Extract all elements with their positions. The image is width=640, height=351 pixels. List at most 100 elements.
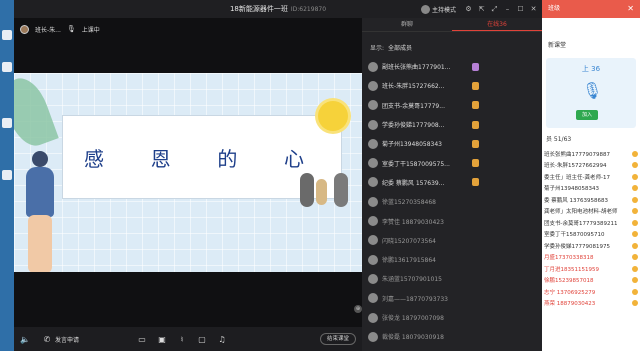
list-item[interactable]: 刘嘉——18770793733 <box>368 289 536 308</box>
member-count: 员 51/63 <box>546 136 572 143</box>
mic-toggle-icon[interactable]: ♮ <box>177 335 187 344</box>
avatar <box>368 100 378 111</box>
member-icon <box>632 219 638 226</box>
member-name: 裁俊磊 18079030918 <box>382 334 444 342</box>
list-item[interactable]: 朱涵蓝15707901015 <box>368 269 536 288</box>
slide-title-char: 感 <box>84 147 104 171</box>
list-item[interactable]: 徐鹏13617915864 <box>368 250 536 269</box>
host-mode-label: 主持模式 <box>431 6 456 14</box>
filter-label: 显示: <box>370 45 385 52</box>
row-text: 委 蔡鹏风 13763958683 <box>544 197 608 204</box>
settings-icon[interactable]: ⚙ <box>464 5 473 14</box>
desktop-icon[interactable] <box>2 62 12 72</box>
minimize-icon[interactable]: – <box>503 5 512 14</box>
sun-illustration <box>318 101 348 131</box>
list-item[interactable]: 菊子州13948058343 <box>368 134 536 153</box>
list-item[interactable]: 室委丁干15870095710 <box>544 229 640 241</box>
list-item[interactable]: 龚老师」太阳电池材料-胡老师 <box>544 206 640 218</box>
list-item[interactable]: 团支书-余莫哥17779... <box>368 96 536 115</box>
speaker-icon[interactable]: 🔈 <box>20 335 30 344</box>
class-name: 18新能源器件一班 <box>229 5 288 13</box>
member-icon <box>632 254 638 261</box>
microphone-icon: 🎙 <box>66 25 76 33</box>
list-item[interactable]: 徐蓝15270358468 <box>368 192 536 211</box>
avatar <box>368 61 378 72</box>
list-item[interactable]: 副班长张熊曲1777901... <box>368 57 536 76</box>
desktop-icon[interactable] <box>2 118 12 128</box>
member-name: 学委孙俊娣1777908... <box>382 122 445 130</box>
music-icon[interactable]: ♫ <box>217 335 227 344</box>
host-mode-toggle[interactable]: 主持模式 <box>420 4 456 14</box>
shoes-illustration <box>300 173 350 213</box>
tab-online[interactable]: 在线36 <box>452 18 542 31</box>
member-name: 徐鹏13617915864 <box>382 257 436 265</box>
member-name: 团支书-余莫哥17779... <box>382 102 445 110</box>
list-item[interactable]: 学委孙俊娣1777908... <box>368 115 536 134</box>
new-class-tab[interactable]: 新课堂 <box>542 40 640 52</box>
row-text: 燕荣 18879030423 <box>544 301 596 308</box>
share-icon[interactable]: ⇱ <box>477 5 486 14</box>
row-text: 委主任」班主任-龚老师-17 <box>544 174 610 181</box>
avatar <box>368 254 378 265</box>
camera-icon[interactable]: ▭ <box>137 335 147 344</box>
list-item[interactable]: 月盛17370338318 <box>544 252 640 264</box>
list-item[interactable]: 李赞佳 18879030423 <box>368 211 536 230</box>
list-item[interactable]: 徐鹏15239857018 <box>544 275 640 287</box>
tab-group-chat[interactable]: 群聊 <box>362 18 452 31</box>
list-item[interactable]: 委 蔡鹏风 13763958683 <box>544 194 640 206</box>
list-item[interactable]: 燕荣 18879030423 <box>544 298 640 310</box>
role-badge-icon <box>472 178 479 187</box>
member-icon <box>632 196 638 203</box>
screen-share-icon[interactable]: ▣ <box>157 335 167 344</box>
member-name: 张俊龙 18797007098 <box>382 315 444 322</box>
close-icon[interactable]: ✕ <box>627 0 634 18</box>
list-item[interactable]: 闪晓15207073564 <box>368 231 536 250</box>
member-icon <box>632 265 638 272</box>
member-icon <box>632 277 638 284</box>
avatar <box>368 158 378 169</box>
role-badge-icon <box>472 81 479 90</box>
fullscreen-icon[interactable]: ⤢ <box>490 5 499 14</box>
meeting-window: 18新能源器件一班 ID:6219870 主持模式 ⚙ ⇱ ⤢ – ☐ ✕ 班长-… <box>14 0 542 351</box>
join-button[interactable]: 加入 <box>576 110 598 120</box>
list-item[interactable]: 学委孙俊娣17779081975 <box>544 240 640 252</box>
list-item[interactable]: 张俊龙 18797007098 <box>368 308 536 327</box>
member-icon <box>632 173 638 180</box>
desktop-icon[interactable] <box>2 30 12 40</box>
monitor-icon[interactable]: ▢ <box>197 335 207 344</box>
role-badge-icon <box>472 139 479 148</box>
list-item[interactable]: 班长-朱胖15727662994 <box>544 160 640 172</box>
maximize-icon[interactable]: ☐ <box>516 5 525 14</box>
member-list: 副班长张熊曲1777901... 班长-朱胖15727662... 团支书-余莫… <box>368 57 536 346</box>
list-item[interactable]: 纪委 蔡鹏风 157639... <box>368 173 536 192</box>
list-item[interactable]: 志宁 13706925279 <box>544 286 640 298</box>
member-name: 李赞佳 18879030423 <box>382 218 444 226</box>
avatar <box>368 216 378 227</box>
slide-title-char: 恩 <box>150 147 171 171</box>
list-item[interactable]: 室委丁干1587009575... <box>368 153 536 172</box>
class-status: 上课中 <box>81 26 100 34</box>
member-name: 刘嘉——18770793733 <box>382 295 448 303</box>
desktop-icon[interactable] <box>2 170 12 180</box>
member-icon <box>632 150 638 157</box>
list-item[interactable]: 丁月进18351151959 <box>544 263 640 275</box>
row-text: 月盛17370338318 <box>544 255 594 262</box>
list-item[interactable]: 班长-朱胖15727662... <box>368 76 536 95</box>
video-corner-icon[interactable]: ⊕ <box>354 305 362 313</box>
role-badge-icon <box>472 62 479 71</box>
avatar <box>368 331 378 342</box>
member-filter[interactable]: 显示: 全部成员 <box>370 43 412 52</box>
list-item[interactable]: 裁俊磊 18079030918 <box>368 327 536 346</box>
list-item[interactable]: 委主任」班主任-龚老师-17 <box>544 171 640 183</box>
apply-speak-button[interactable]: ✆ 发言申请 <box>42 335 79 344</box>
end-class-button[interactable]: 结束课堂 <box>319 333 356 345</box>
close-icon[interactable]: ✕ <box>529 5 538 14</box>
desktop-icon-strip <box>0 0 14 351</box>
list-item[interactable]: 菊子州13948058343 <box>544 183 640 195</box>
list-item[interactable]: 班长张熊曲17779079887 <box>544 148 640 160</box>
list-item[interactable]: 团支书-余莫哥17779389211 <box>544 217 640 229</box>
room-id: ID:6219870 <box>290 6 327 13</box>
member-icon <box>632 300 638 307</box>
member-name: 纪委 蔡鹏风 157639... <box>382 179 445 187</box>
row-text: 徐鹏15239857018 <box>544 278 594 285</box>
